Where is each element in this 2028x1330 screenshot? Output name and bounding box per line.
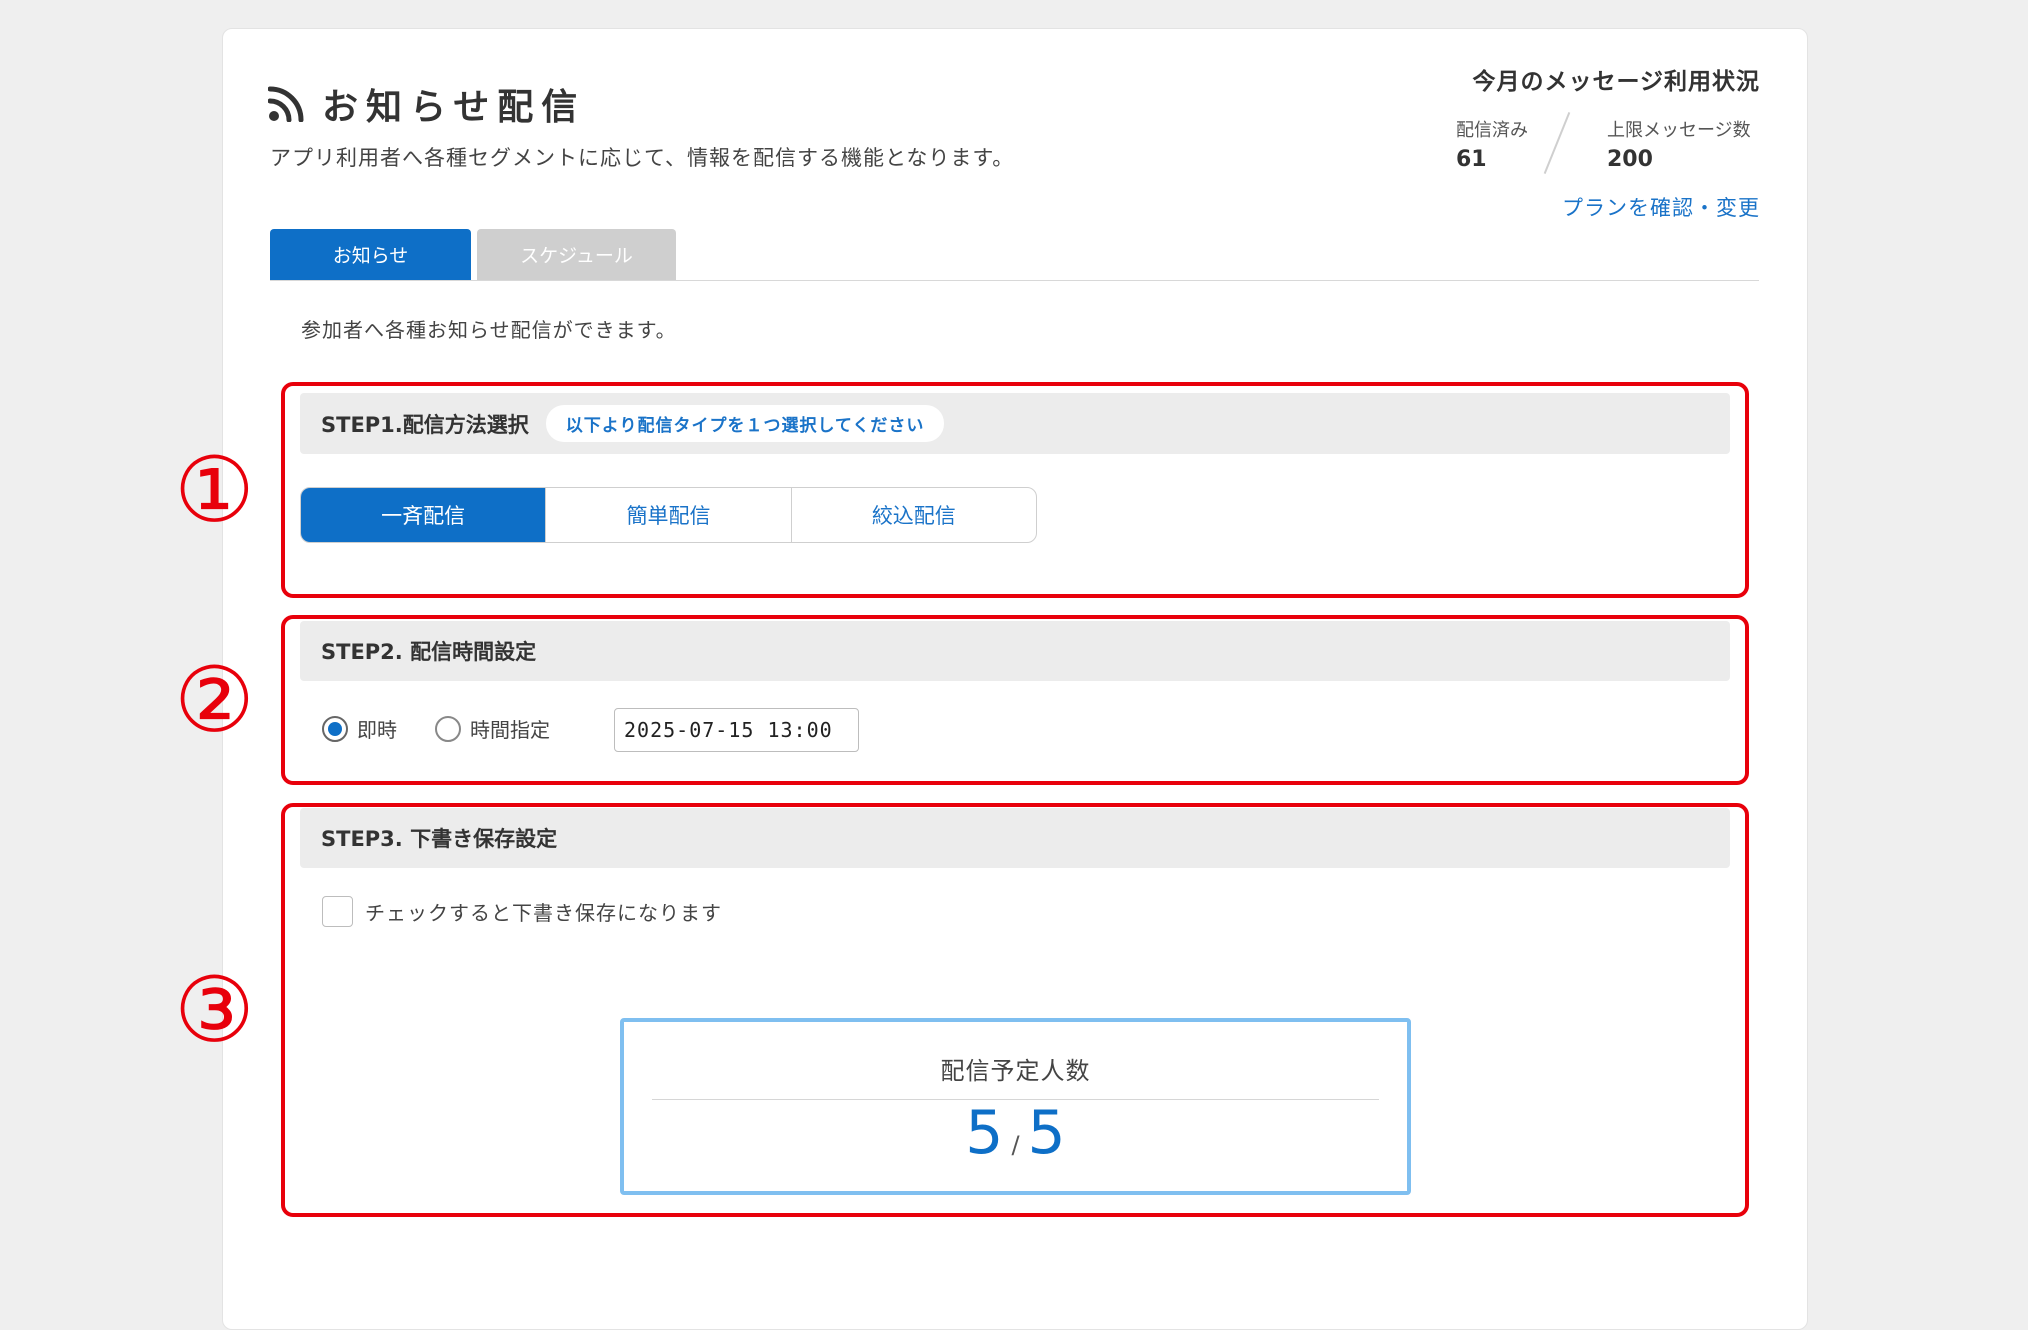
draft-checkbox-row: チェックすると下書き保存になります (322, 896, 722, 927)
page-title: お知らせ配信 (322, 87, 586, 128)
delivery-time-radio-group: 即時 時間指定 (322, 714, 588, 743)
usage-limit-label: 上限メッセージ数 (1607, 120, 1751, 141)
annotation-3: ③ (174, 958, 255, 1063)
tab-notice[interactable]: お知らせ (270, 229, 471, 280)
intro-text: 参加者へ各種お知らせ配信ができます。 (301, 318, 677, 342)
radio-selected-dot (328, 721, 342, 736)
recipient-count: 5/5 (620, 1098, 1411, 1168)
recipient-count-separator: / (1011, 1131, 1020, 1159)
method-filtered-button[interactable]: 絞込配信 (792, 488, 1036, 542)
method-bulk-button[interactable]: 一斉配信 (301, 488, 547, 542)
usage-limit-value: 200 (1607, 147, 1653, 172)
radio-scheduled[interactable] (435, 715, 461, 742)
draft-checkbox[interactable] (322, 896, 353, 927)
radio-immediate[interactable] (322, 715, 348, 742)
annotation-1: ① (174, 438, 255, 543)
usage-title: 今月のメッセージ利用状況 (1472, 69, 1760, 95)
radio-scheduled-label: 時間指定 (470, 718, 550, 742)
usage-sent-value: 61 (1456, 147, 1487, 172)
rss-icon (268, 86, 304, 122)
step2-header: STEP2. 配信時間設定 (300, 621, 1730, 681)
recipient-total-value: 5 (1027, 1098, 1066, 1168)
page-header: お知らせ配信 (268, 78, 585, 130)
step3-title: STEP3. 下書き保存設定 (321, 827, 558, 851)
step1-hint: 以下より配信タイプを１つ選択してください (545, 405, 945, 442)
tab-underline (270, 280, 1759, 281)
draft-checkbox-label: チェックすると下書き保存になります (365, 901, 722, 925)
annotation-2: ② (174, 648, 255, 753)
step1-header: STEP1.配信方法選択 以下より配信タイプを１つ選択してください (300, 393, 1730, 454)
recipient-count-value: 5 (965, 1098, 1004, 1168)
usage-sent-label: 配信済み (1456, 120, 1528, 141)
tab-schedule[interactable]: スケジュール (477, 229, 676, 280)
step3-header: STEP3. 下書き保存設定 (300, 808, 1730, 868)
plan-link[interactable]: プランを確認・変更 (1562, 192, 1760, 222)
recipient-count-title: 配信予定人数 (940, 1057, 1091, 1085)
step1-title: STEP1.配信方法選択 (321, 412, 529, 437)
radio-immediate-label: 即時 (357, 718, 397, 742)
step2-title: STEP2. 配信時間設定 (321, 640, 537, 664)
delivery-method-selector: 一斉配信 簡単配信 絞込配信 (300, 487, 1037, 543)
datetime-input[interactable] (614, 708, 859, 752)
method-simple-button[interactable]: 簡単配信 (546, 488, 792, 542)
page-description: アプリ利用者へ各種セグメントに応じて、情報を配信する機能となります。 (270, 146, 1015, 170)
